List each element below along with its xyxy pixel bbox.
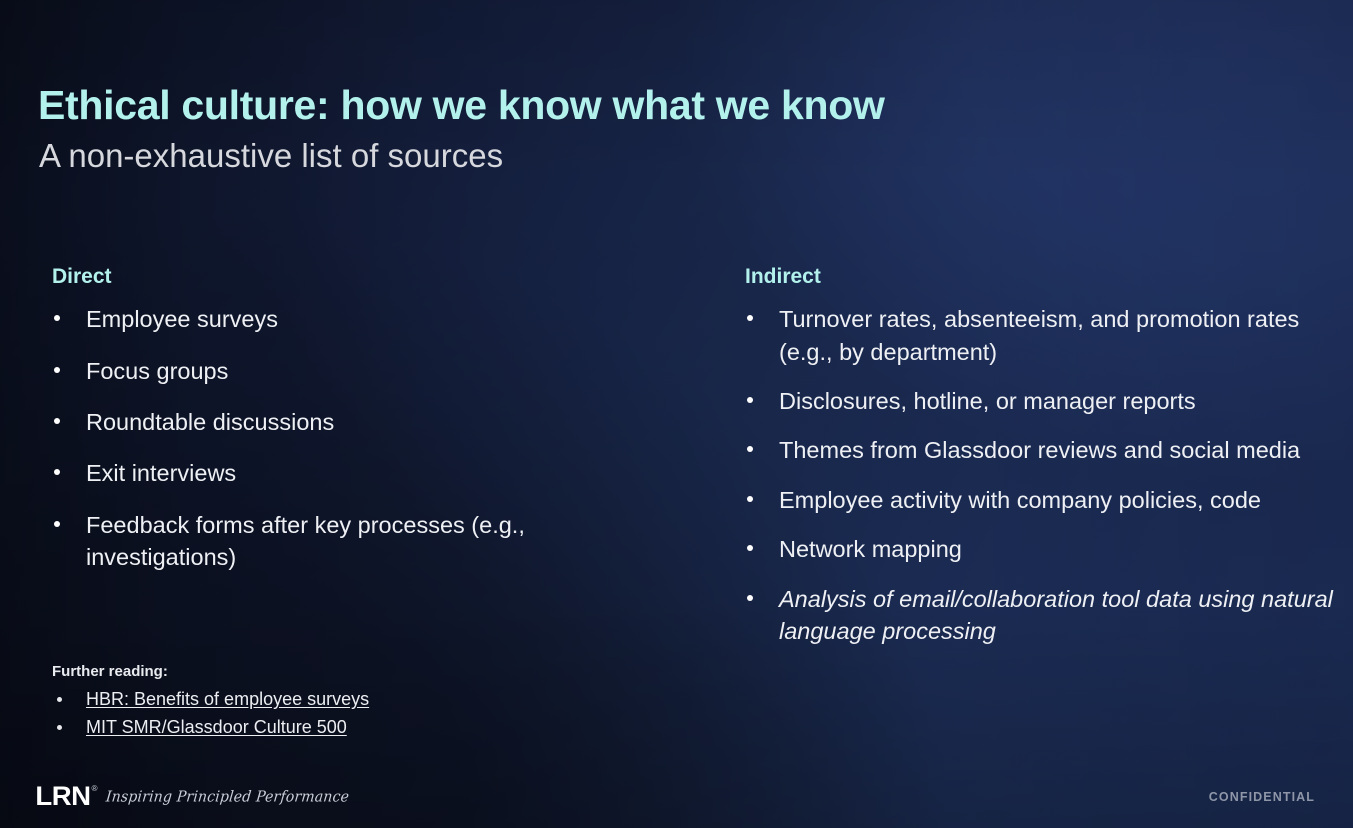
further-reading-heading: Further reading: (52, 663, 168, 680)
list-item: Network mapping (745, 533, 1345, 565)
list-item: HBR: Benefits of employee surveys (52, 686, 572, 712)
list-item: Feedback forms after key processes (e.g.… (52, 509, 652, 574)
further-reading-link-hbr[interactable]: HBR: Benefits of employee surveys (86, 689, 369, 709)
list-item: Disclosures, hotline, or manager reports (745, 385, 1345, 417)
confidential-marker: CONFIDENTIAL (1208, 790, 1315, 804)
lrn-wordmark: LRN ® (35, 783, 97, 810)
column-indirect: Indirect Turnover rates, absenteeism, an… (745, 264, 1345, 665)
list-item: Roundtable discussions (52, 406, 652, 438)
column-heading-direct: Direct (52, 265, 112, 288)
list-item: MIT SMR/Glassdoor Culture 500 (52, 714, 572, 740)
further-reading-section: Further reading: HBR: Benefits of employ… (52, 663, 572, 742)
list-item: Analysis of email/collaboration tool dat… (745, 583, 1345, 648)
registered-trademark-icon: ® (91, 784, 98, 793)
list-item: Employee activity with company policies,… (745, 484, 1345, 516)
list-item: Employee surveys (52, 303, 652, 335)
lrn-wordmark-text: LRN (35, 781, 91, 811)
list-item: Turnover rates, absenteeism, and promoti… (745, 303, 1345, 368)
list-item: Focus groups (52, 355, 652, 387)
list-item: Themes from Glassdoor reviews and social… (745, 434, 1345, 466)
page-title: Ethical culture: how we know what we kno… (38, 82, 885, 128)
column-direct: Direct Employee surveys Focus groups Rou… (52, 264, 652, 593)
direct-source-list: Employee surveys Focus groups Roundtable… (52, 303, 652, 574)
lrn-tagline: Inspiring Principled Performance (105, 787, 351, 806)
column-heading-indirect: Indirect (745, 265, 821, 288)
indirect-source-list: Turnover rates, absenteeism, and promoti… (745, 303, 1345, 647)
page-subtitle: A non-exhaustive list of sources (39, 137, 504, 174)
further-reading-link-mit-smr[interactable]: MIT SMR/Glassdoor Culture 500 (86, 717, 347, 737)
lrn-logo: LRN ® Inspiring Principled Performance (35, 783, 351, 810)
list-item: Exit interviews (52, 457, 652, 489)
further-reading-list: HBR: Benefits of employee surveys MIT SM… (52, 686, 572, 740)
slide-canvas: Ethical culture: how we know what we kno… (0, 0, 1353, 828)
